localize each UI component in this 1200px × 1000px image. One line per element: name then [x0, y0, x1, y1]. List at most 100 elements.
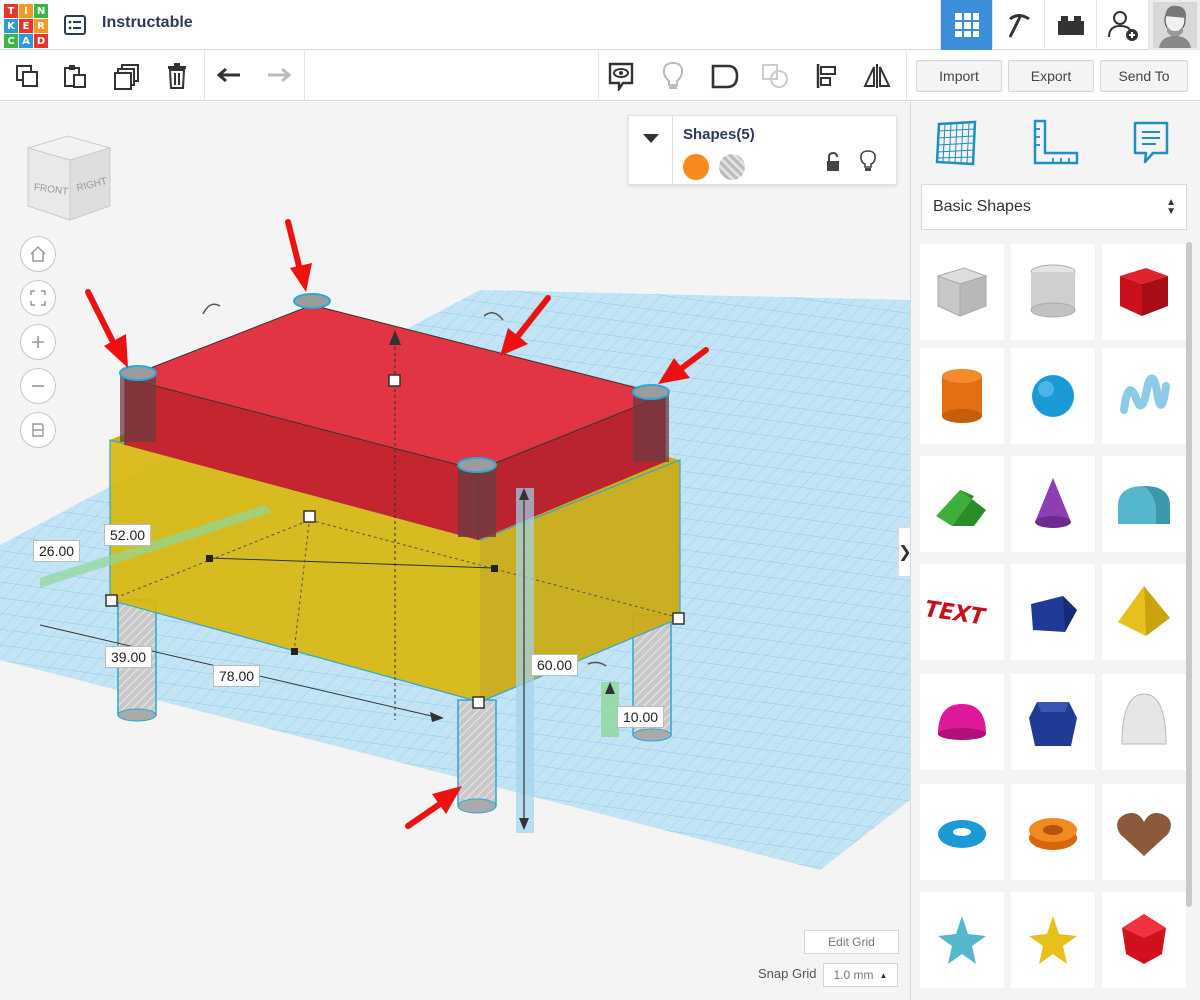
home-view-button[interactable] — [20, 236, 56, 272]
shape-tile-star[interactable] — [920, 892, 1004, 988]
shape-tile-round-roof[interactable] — [1102, 456, 1186, 552]
undo-icon — [216, 67, 240, 83]
leg-hole-top-front[interactable] — [457, 457, 497, 473]
paste-button[interactable] — [58, 59, 92, 93]
dim-height[interactable]: 60.00 — [531, 654, 579, 676]
shape-tile-paraboloid[interactable] — [1102, 674, 1186, 770]
shape-tile-cylinder-hole[interactable] — [1011, 244, 1095, 340]
shape-tile-shape-generators[interactable] — [1011, 564, 1095, 660]
copy-icon — [16, 65, 38, 87]
hole-swatch[interactable] — [719, 154, 745, 180]
shape-tile-text[interactable]: TEXT — [920, 564, 1004, 660]
bricks-button[interactable] — [1044, 0, 1096, 50]
shape-tile-box-hole[interactable] — [920, 244, 1004, 340]
shape-tile-cylinder[interactable] — [920, 348, 1004, 444]
show-notes-button[interactable] — [604, 59, 638, 93]
redo-icon — [268, 67, 292, 83]
leg-hole-top-back[interactable] — [293, 293, 331, 309]
half-sphere-icon — [938, 704, 986, 740]
design-list-icon[interactable] — [62, 12, 88, 38]
chevron-right-icon: ❯ — [898, 542, 910, 562]
shape-tile-half-sphere[interactable] — [920, 674, 1004, 770]
cylinder-icon — [942, 369, 982, 423]
workplane-tab[interactable] — [927, 116, 987, 170]
ungroup-button[interactable] — [758, 59, 792, 93]
rotate-handle-left[interactable] — [202, 303, 221, 315]
shape-tile-polygon[interactable] — [1011, 674, 1095, 770]
shape-tile-sphere[interactable] — [1011, 348, 1095, 444]
undo-button[interactable] — [212, 59, 246, 93]
logo-letter: T — [4, 4, 18, 18]
invite-button[interactable] — [1096, 0, 1148, 50]
zoom-out-button[interactable] — [20, 368, 56, 404]
align-button[interactable] — [810, 59, 844, 93]
light-button[interactable] — [656, 59, 690, 93]
collapse-inspector-button[interactable] — [629, 116, 673, 186]
notes-icon — [1133, 121, 1169, 164]
mirror-button[interactable] — [860, 59, 894, 93]
shape-grid-scrollbar[interactable] — [1186, 242, 1192, 907]
add-user-icon — [1107, 11, 1138, 41]
edit-grid-button[interactable]: Edit Grid — [804, 930, 899, 954]
shape-category-select[interactable]: Basic Shapes ▲ ▼ — [921, 184, 1187, 230]
shape-tile-torus[interactable] — [920, 784, 1004, 880]
fit-view-button[interactable] — [20, 280, 56, 316]
logo-letter: K — [4, 19, 18, 33]
leg-hole-top-left[interactable] — [119, 365, 157, 381]
shape-tile-icosahedron[interactable] — [1102, 892, 1186, 988]
zoom-in-button[interactable] — [20, 324, 56, 360]
dim-width-a[interactable]: 26.00 — [33, 540, 81, 562]
design-3d-button[interactable] — [940, 0, 992, 50]
solid-color-swatch[interactable] — [683, 154, 709, 180]
text-icon: TEXT — [924, 596, 990, 630]
shape-tile-tube[interactable] — [1011, 784, 1095, 880]
shape-tile-box[interactable] — [1102, 244, 1186, 340]
collapse-panel-button[interactable]: ❯ — [898, 527, 910, 577]
ruler-tab[interactable] — [1025, 116, 1085, 170]
logo-letter: I — [19, 4, 33, 18]
snap-grid-label: Snap Grid — [758, 966, 817, 981]
leg-hole-top-right[interactable] — [632, 384, 670, 400]
notes-tab[interactable] — [1121, 116, 1181, 170]
dim-length[interactable]: 78.00 — [213, 665, 261, 687]
view-cube[interactable]: FRONT RIGHT — [18, 130, 118, 230]
cylinder-hole-icon — [1030, 264, 1076, 318]
tube-icon — [1029, 818, 1077, 850]
export-button[interactable]: Export — [1008, 60, 1094, 92]
shape-tile-star[interactable] — [1011, 892, 1095, 988]
send-to-button[interactable]: Send To — [1100, 60, 1188, 92]
dim-width-b[interactable]: 39.00 — [105, 646, 153, 668]
align-icon — [816, 64, 836, 88]
copy-button[interactable] — [10, 59, 44, 93]
dim-depth-a[interactable]: 52.00 — [104, 524, 152, 546]
group-button[interactable] — [708, 59, 742, 93]
light-toggle[interactable] — [859, 150, 877, 177]
shape-tile-pyramid[interactable] — [1102, 564, 1186, 660]
svg-text:TEXT: TEXT — [924, 596, 990, 630]
redo-button[interactable] — [262, 59, 296, 93]
leg-hole-front[interactable] — [457, 699, 497, 807]
shape-generators-icon — [1031, 596, 1077, 632]
duplicate-button[interactable] — [110, 59, 144, 93]
shape-tile-roof[interactable] — [920, 456, 1004, 552]
snap-grid-select[interactable]: 1.0 mm ▲ — [823, 963, 898, 987]
delete-button[interactable] — [160, 59, 194, 93]
shape-tile-scribble[interactable] — [1102, 348, 1186, 444]
top-nav — [940, 0, 1200, 50]
tinkercad-logo[interactable]: TIN KER CAD — [4, 4, 48, 48]
workplane-canvas[interactable]: FRONT RIGHT Shapes(5) 26.00 52.00 39.00 … — [0, 102, 910, 1000]
lock-button[interactable] — [825, 151, 841, 177]
design-title[interactable]: Instructable — [102, 14, 193, 32]
shape-tile-cone[interactable] — [1011, 456, 1095, 552]
blocks-button[interactable] — [992, 0, 1044, 50]
profile-avatar[interactable] — [1148, 0, 1200, 50]
shape-inspector: Shapes(5) — [628, 115, 897, 186]
dim-elevation[interactable]: 10.00 — [617, 706, 665, 728]
3d-scene[interactable] — [0, 102, 910, 1000]
import-button[interactable]: Import — [916, 60, 1002, 92]
ortho-view-button[interactable] — [20, 412, 56, 448]
box-icon — [1120, 268, 1168, 316]
shapes-count-title: Shapes(5) — [683, 126, 755, 143]
logo-letter: A — [19, 34, 33, 48]
shape-tile-heart[interactable] — [1102, 784, 1186, 880]
